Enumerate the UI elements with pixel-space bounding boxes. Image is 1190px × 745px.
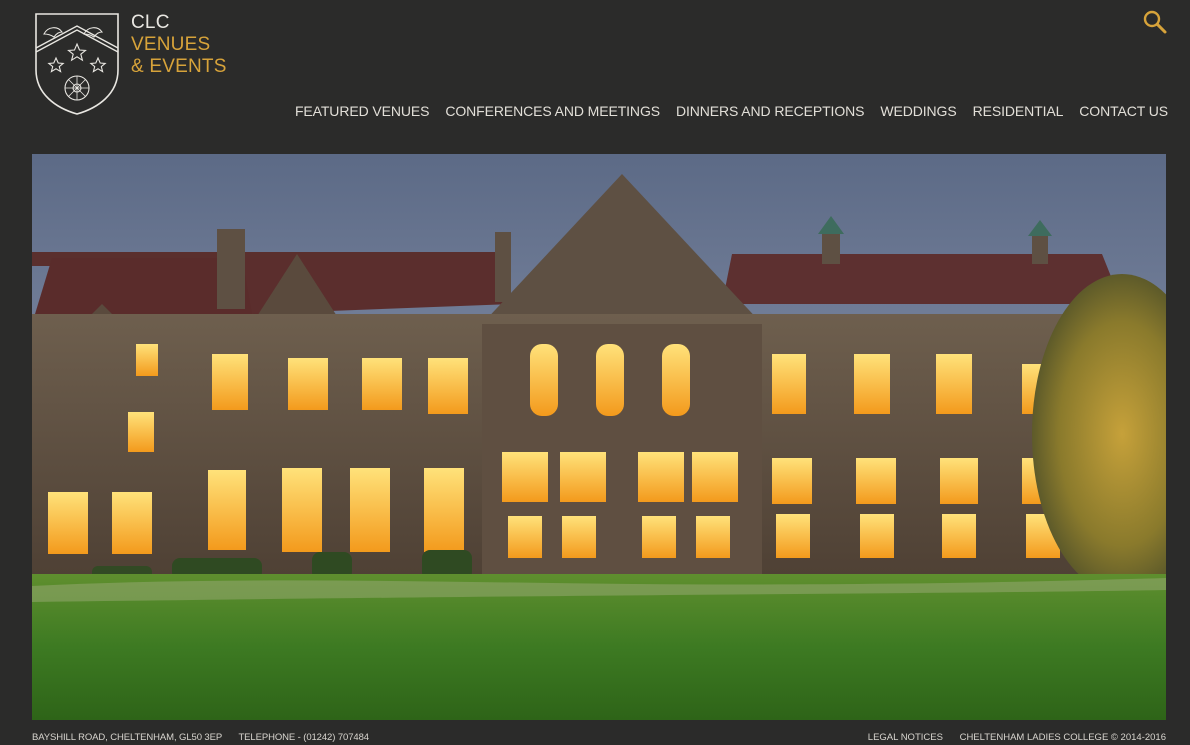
logo-line-events: & EVENTS <box>131 56 227 77</box>
main-navigation: FEATURED VENUES CONFERENCES AND MEETINGS… <box>295 100 1168 122</box>
hero-building-illustration <box>32 154 1166 720</box>
logo-line-venues: VENUES <box>131 34 211 55</box>
nav-dinners-and-receptions[interactable]: DINNERS AND RECEPTIONS <box>676 103 864 119</box>
nav-featured-venues[interactable]: FEATURED VENUES <box>295 103 429 119</box>
logo-wordmark: CLC VENUES & EVENTS <box>131 12 227 78</box>
nav-residential[interactable]: RESIDENTIAL <box>973 103 1064 119</box>
search-button[interactable] <box>1142 9 1168 35</box>
college-crest-icon <box>35 13 119 115</box>
footer-copyright: CHELTENHAM LADIES COLLEGE © 2014-2016 <box>959 732 1166 743</box>
search-icon <box>1143 10 1167 34</box>
footer-telephone: TELEPHONE - (01242) 707484 <box>238 732 369 743</box>
footer-contact: BAYSHILL ROAD, CHELTENHAM, GL50 3EP TELE… <box>32 732 383 743</box>
nav-contact-us[interactable]: CONTACT US <box>1079 103 1168 119</box>
footer-legal: LEGAL NOTICES CHELTENHAM LADIES COLLEGE … <box>868 732 1166 743</box>
footer-address: BAYSHILL ROAD, CHELTENHAM, GL50 3EP <box>32 732 223 743</box>
site-logo[interactable]: CLC VENUES & EVENTS <box>34 12 234 118</box>
hero-image <box>32 154 1166 720</box>
nav-conferences-and-meetings[interactable]: CONFERENCES AND MEETINGS <box>445 103 660 119</box>
legal-notices-link[interactable]: LEGAL NOTICES <box>868 732 943 743</box>
page: CLC VENUES & EVENTS FEATURED VENUES CONF… <box>0 0 1190 745</box>
nav-weddings[interactable]: WEDDINGS <box>880 103 956 119</box>
logo-line-clc: CLC <box>131 12 170 33</box>
